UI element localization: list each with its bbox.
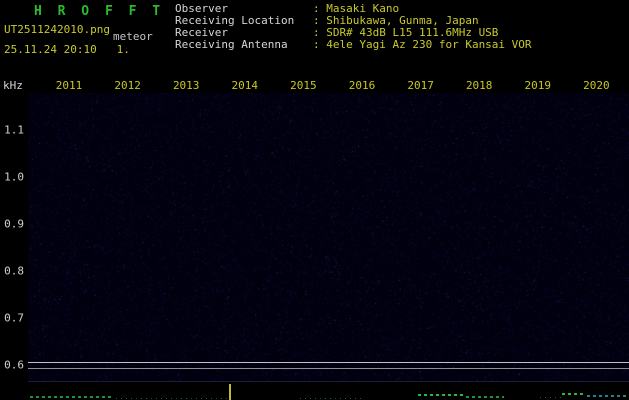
app-title: H R O F F T [34, 4, 165, 19]
station-info-row: Receiving Antenna : 4ele Yagi Az 230 for … [175, 39, 532, 51]
signal-level-mark [229, 384, 231, 400]
carrier-line [28, 362, 629, 363]
signal-level-mark [30, 396, 112, 398]
signal-level-mark [587, 395, 629, 397]
station-info: Observer: Masaki Kano Receiving Location:… [175, 3, 532, 51]
signal-level-mark [562, 393, 584, 395]
x-tick-label: 2019 [524, 79, 552, 92]
x-tick-label: 2013 [172, 79, 200, 92]
signal-level-mark [466, 396, 504, 398]
signal-level-mark [418, 394, 464, 396]
station-info-value: : 4ele Yagi Az 230 for Kansai VOR [313, 38, 532, 51]
x-tick-label: 2018 [465, 79, 493, 92]
y-tick-label: 0.9 [4, 217, 24, 231]
x-tick-label: 2015 [290, 79, 317, 92]
x-tick-label: 2016 [348, 79, 376, 92]
datetime-label: 25.11.24 20:10 1. [4, 43, 130, 56]
y-tick-label: 0.7 [4, 311, 24, 325]
spectrogram-plot [28, 93, 629, 381]
y-tick-label: 1.0 [4, 170, 24, 184]
hrofft-window: H R O F F T UT2511242010.png meteor 25.1… [0, 0, 629, 400]
station-info-label: Receiving Antenna [175, 38, 288, 51]
x-tick-label: 2017 [407, 79, 434, 92]
signal-level-mark [300, 398, 364, 399]
signal-level-mark [116, 398, 228, 399]
x-tick-label: 2014 [231, 79, 259, 92]
y-axis-unit-label: kHz [3, 79, 23, 92]
output-filename: UT2511242010.png [4, 23, 110, 36]
y-tick-label: 0.8 [4, 264, 24, 278]
y-tick-label: 0.6 [4, 358, 24, 372]
carrier-line [28, 368, 629, 369]
signal-level-mark [540, 397, 562, 398]
x-tick-label: 2011 [55, 79, 83, 92]
y-tick-label: 1.1 [4, 123, 24, 137]
x-tick-label: 2012 [114, 79, 141, 92]
x-tick-label: 2020 [583, 79, 610, 92]
mode-label: meteor [113, 30, 153, 43]
